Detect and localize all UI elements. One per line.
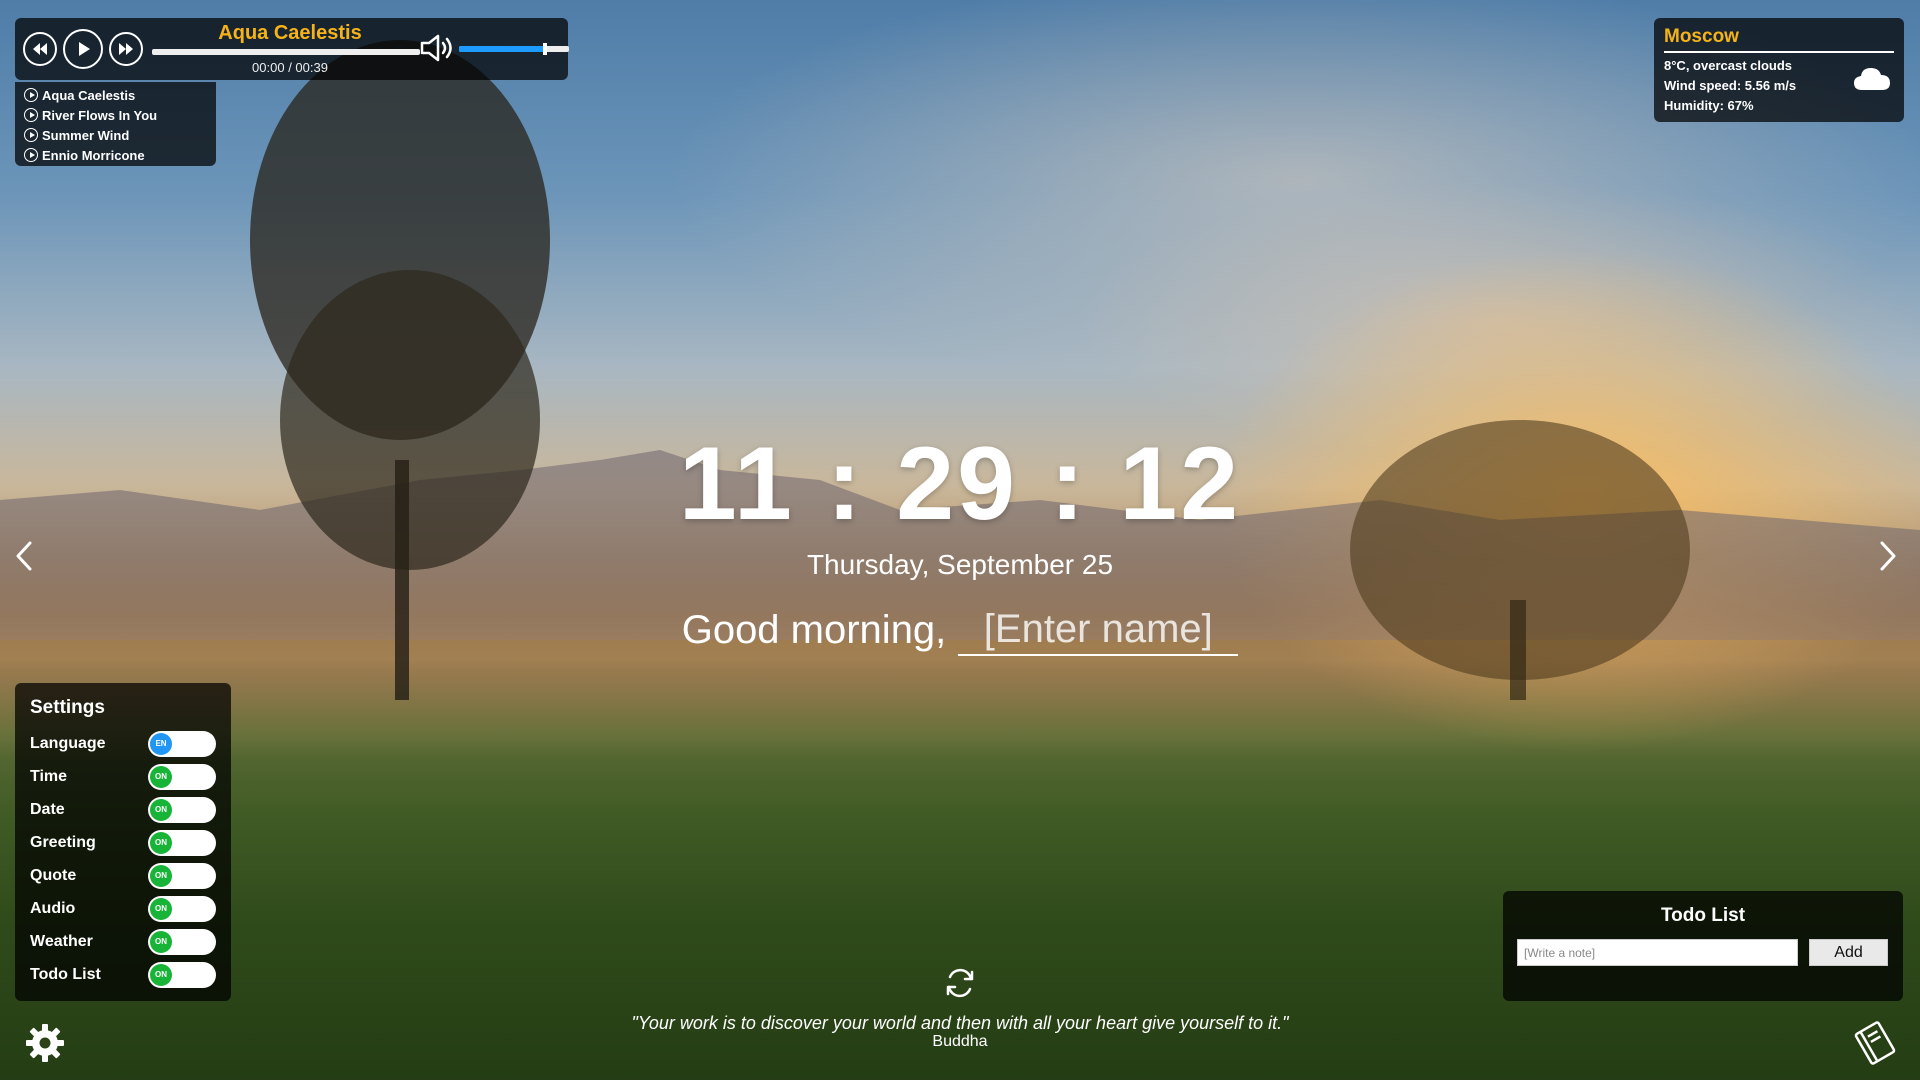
tall-tree-left <box>250 40 550 700</box>
todo-input[interactable] <box>1517 939 1798 966</box>
name-input[interactable] <box>958 604 1239 656</box>
playlist-item-label: Summer Wind <box>42 127 130 143</box>
speaker-icon[interactable] <box>419 32 455 64</box>
volume-slider[interactable] <box>459 43 569 55</box>
toggle-knob: ON <box>150 963 172 986</box>
setting-label: Audio <box>30 899 76 917</box>
fast-forward-button[interactable] <box>109 32 143 66</box>
notebook-icon[interactable] <box>1850 1018 1900 1068</box>
playlist-item[interactable]: Summer Wind <box>24 125 207 145</box>
setting-time: Time ON <box>30 760 216 793</box>
quote-text: "Your work is to discover your world and… <box>631 1013 1289 1033</box>
setting-weather: Weather ON <box>30 925 216 958</box>
play-circle-icon <box>24 108 38 122</box>
toggle-knob: ON <box>150 897 172 920</box>
rewind-button[interactable] <box>23 32 57 66</box>
slide-next-icon[interactable] <box>1878 540 1898 572</box>
language-toggle[interactable]: EN <box>148 730 216 757</box>
rewind-icon <box>33 43 47 55</box>
play-circle-icon <box>24 128 38 142</box>
weather-humidity: Humidity: 67% <box>1664 98 1754 113</box>
todo-input-row: Add <box>1517 939 1889 966</box>
setting-label: Language <box>30 734 106 752</box>
playlist-item-label: Aqua Caelestis <box>42 87 136 103</box>
date-toggle[interactable]: ON <box>148 796 216 823</box>
setting-audio: Audio ON <box>30 892 216 925</box>
weather-city[interactable]: Moscow <box>1664 26 1894 53</box>
setting-todo-list: Todo List ON <box>30 958 216 991</box>
toggle-knob: ON <box>150 765 172 788</box>
settings-panel: Settings Language EN Time ON Date ON Gre… <box>15 683 231 1001</box>
play-button[interactable] <box>63 29 103 69</box>
toggle-knob: ON <box>150 798 172 821</box>
toggle-knob: ON <box>150 930 172 953</box>
slide-prev-icon[interactable] <box>14 540 34 572</box>
play-circle-icon <box>24 148 38 162</box>
play-circle-icon <box>24 88 38 102</box>
settings-title: Settings <box>30 697 105 718</box>
progress-bar[interactable] <box>152 49 420 55</box>
quote-toggle[interactable]: ON <box>148 862 216 889</box>
track-time: 00:00 / 00:39 <box>252 60 328 75</box>
toggle-knob: ON <box>150 831 172 854</box>
audio-player: Aqua Caelestis 00:00 / 00:39 <box>15 18 569 80</box>
playlist-item[interactable]: Ennio Morricone <box>24 145 207 165</box>
toggle-knob: EN <box>150 732 172 755</box>
playlist: Aqua Caelestis River Flows In You Summer… <box>15 82 216 166</box>
setting-label: Weather <box>30 932 93 950</box>
audio-toggle[interactable]: ON <box>148 895 216 922</box>
setting-quote: Quote ON <box>30 859 216 892</box>
todo-panel: Todo List Add <box>1503 891 1903 1001</box>
setting-date: Date ON <box>30 793 216 826</box>
cloud-icon <box>1854 68 1890 90</box>
setting-greeting: Greeting ON <box>30 826 216 859</box>
fast-forward-icon <box>119 43 133 55</box>
playlist-item[interactable]: Aqua Caelestis <box>24 85 207 105</box>
play-icon <box>79 42 90 56</box>
todo-list-toggle[interactable]: ON <box>148 961 216 988</box>
toggle-knob: ON <box>150 864 172 887</box>
volume-level <box>459 46 545 52</box>
weather-toggle[interactable]: ON <box>148 928 216 955</box>
volume-handle[interactable] <box>542 43 547 55</box>
todo-title: Todo List <box>1660 905 1746 926</box>
current-track-title: Aqua Caelestis <box>218 22 362 44</box>
playlist-item-label: Ennio Morricone <box>42 147 145 163</box>
time-toggle[interactable]: ON <box>148 763 216 790</box>
setting-language: Language EN <box>30 727 216 760</box>
todo-add-button[interactable]: Add <box>1809 939 1888 966</box>
greeting-toggle[interactable]: ON <box>148 829 216 856</box>
setting-label: Todo List <box>30 965 101 983</box>
setting-label: Time <box>30 767 68 785</box>
current-date: Thursday, September 25 <box>806 549 1114 580</box>
refresh-quote-icon[interactable] <box>942 965 978 1001</box>
greeting-row: Good morning, <box>0 604 1920 656</box>
playlist-item-label: River Flows In You <box>42 107 158 123</box>
clock-time: 11 : 29 : 12 <box>678 426 1242 542</box>
greeting-text: Good morning, <box>681 607 947 652</box>
setting-label: Quote <box>30 866 77 884</box>
setting-label: Date <box>30 800 65 818</box>
playlist-item[interactable]: River Flows In You <box>24 105 207 125</box>
setting-label: Greeting <box>30 833 96 851</box>
weather-widget: Moscow 8°C, overcast clouds Wind speed: … <box>1654 18 1904 122</box>
quote-author: Buddha <box>932 1033 988 1050</box>
